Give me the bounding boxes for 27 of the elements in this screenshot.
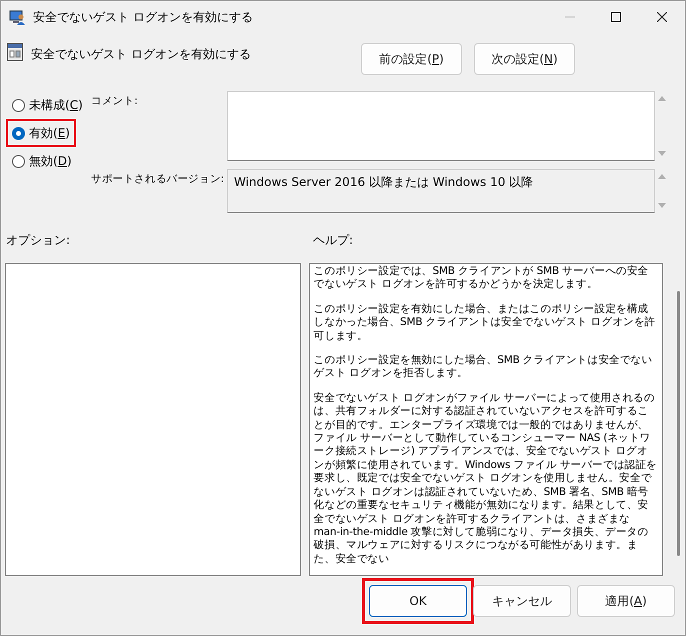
scrollbar-thumb[interactable] <box>676 291 680 556</box>
help-label: ヘルプ: <box>313 232 354 248</box>
radio-option[interactable]: 無効(D) <box>8 149 76 173</box>
comment-label: コメント: <box>91 94 138 109</box>
apply-button[interactable]: 適用(A) <box>577 585 675 617</box>
help-paragraph: このポリシー設定では、SMB クライアントが SMB サーバーへの安全でないゲスト ログオンを許可するかどうかを決定します。 <box>314 265 650 292</box>
cancel-button[interactable]: キャンセル <box>473 585 571 617</box>
window-title: 安全でないゲスト ログオンを有効にする <box>33 8 254 26</box>
scroll-down-icon[interactable] <box>658 151 666 157</box>
radio-option[interactable]: 有効(E) <box>8 121 74 145</box>
supported-version-field: Windows Server 2016 以降または Windows 10 以降 <box>227 169 655 213</box>
ok-button[interactable]: OK <box>369 585 467 617</box>
next-setting-button[interactable]: 次の設定(N) <box>474 43 575 75</box>
supported-label: サポートされるバージョン: <box>91 172 224 187</box>
computer-user-icon <box>9 9 25 25</box>
policy-title: 安全でないゲスト ログオンを有効にする <box>31 46 252 63</box>
help-paragraph: このポリシー設定を無効にした場合、SMB クライアントは安全でないゲスト ログオンを拒否します。 <box>314 354 654 381</box>
comment-field[interactable] <box>227 91 655 161</box>
help-paragraph: 安全でないゲスト ログオンがファイル サーバーによって使用されるのは、共有フォルダーに対する認証されていないアクセスを許可することが目的です。エンタープライズ環境では一般的ではありませんが、ファイル サーバーとして動作しているコンシューマー NAS (ネットワーク接続ストレージ) アプライアンスでは、安全でないゲスト ログオンが頻繁に使用されています。Windows ファイル サーバーでは認証を要求し、既定では安全でないゲスト ログオンを使用しません。安全でないゲスト ログオンは認証されていないため、SMB 署名、SMB 暗号化などの重要なセキュリティ機能が無効になります。結果として、安全でないゲスト ログオンを許可するクライアントは、さまざまな man-in-the-middle 攻撃に対して脆弱になり、データ損失、データの破損、マルウェアに対するリスクにつながる可能性があります。また、安全でない <box>314 392 658 566</box>
help-paragraph: このポリシー設定を有効にした場合、またはこのポリシー設定を構成しなかった場合、SMB クライアントは安全でないゲスト ログオンを許可します。 <box>314 302 656 344</box>
scroll-down-icon[interactable] <box>658 203 666 209</box>
radio-option[interactable]: 未構成(C) <box>8 93 87 117</box>
scroll-up-icon[interactable] <box>658 173 666 179</box>
policy-settings-icon <box>7 43 23 61</box>
scroll-up-icon[interactable] <box>658 95 666 101</box>
options-label: オプション: <box>6 232 70 246</box>
previous-setting-button[interactable]: 前の設定(P) <box>361 43 462 75</box>
